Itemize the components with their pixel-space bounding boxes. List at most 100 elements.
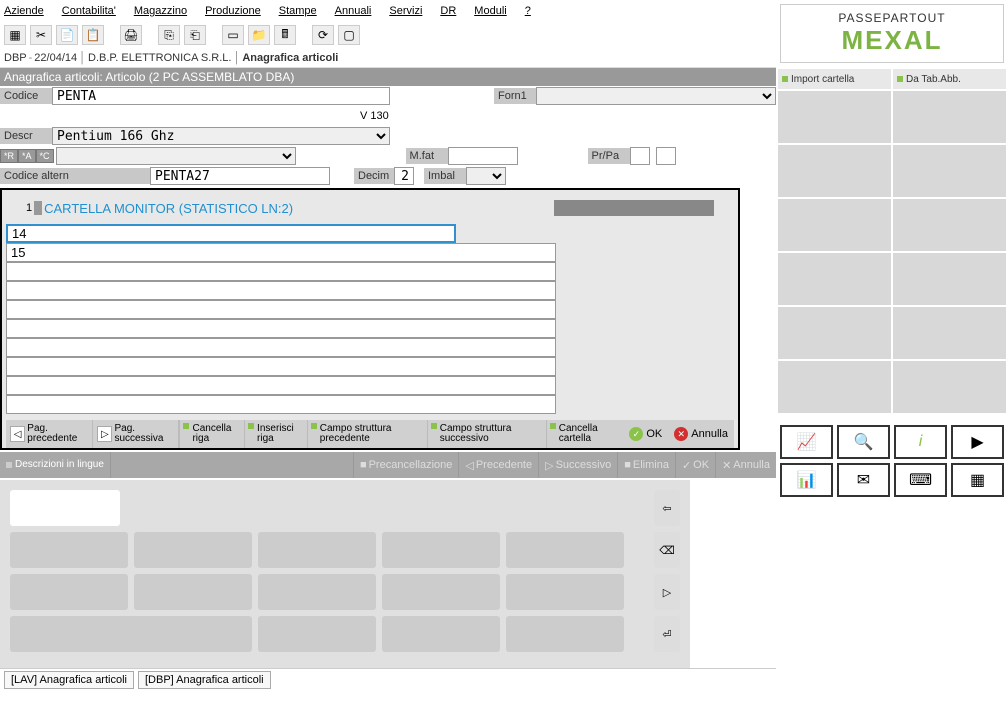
pag-successiva-button[interactable]: ▷ Pag. successiva xyxy=(93,420,179,448)
kb-next-icon[interactable]: ▷ xyxy=(654,574,680,610)
kb-back-icon[interactable]: ⇦ xyxy=(654,490,680,526)
menu-produzione[interactable]: Produzione xyxy=(205,5,261,17)
copy-icon[interactable]: 📄 xyxy=(56,25,78,45)
line-8[interactable] xyxy=(6,357,556,376)
calc-icon[interactable]: 🖩 xyxy=(274,25,296,45)
cancella-riga-button[interactable]: Cancella riga xyxy=(179,420,244,448)
line-5[interactable] xyxy=(6,300,556,319)
line-3[interactable] xyxy=(6,262,556,281)
right-cell[interactable] xyxy=(778,145,891,197)
line-6[interactable] xyxy=(6,319,556,338)
line-9[interactable] xyxy=(6,376,556,395)
menu-magazzino[interactable]: Magazzino xyxy=(134,5,187,17)
prpa-input1[interactable] xyxy=(630,147,650,165)
grid-icon[interactable]: ▦ xyxy=(4,25,26,45)
menu-servizi[interactable]: Servizi xyxy=(389,5,422,17)
codice-label: Codice xyxy=(0,88,52,104)
line-7[interactable] xyxy=(6,338,556,357)
descr-select[interactable]: Pentium 166 Ghz xyxy=(52,127,390,145)
pag-precedente-button[interactable]: ◁ Pag. precedente xyxy=(6,420,93,448)
kb-key-wide[interactable] xyxy=(10,616,252,652)
monitor-icon[interactable]: ▶ xyxy=(951,425,1004,459)
chart-warn-icon[interactable]: 📊 xyxy=(780,463,833,497)
tab-lav[interactable]: [LAV] Anagrafica articoli xyxy=(4,671,134,689)
right-cell[interactable] xyxy=(893,307,1006,359)
tag-c[interactable]: *C xyxy=(36,149,54,163)
right-cell[interactable] xyxy=(778,199,891,251)
keyboard-icon[interactable]: ⌨ xyxy=(894,463,947,497)
prpa-input2[interactable] xyxy=(656,147,676,165)
decim-input[interactable] xyxy=(394,167,414,185)
right-cell[interactable] xyxy=(778,253,891,305)
da-tab-abb-header[interactable]: Da Tab.Abb. xyxy=(893,69,1006,89)
right-cell[interactable] xyxy=(893,145,1006,197)
tool2-icon[interactable]: ⎗ xyxy=(184,25,206,45)
tool1-icon[interactable]: ⎘ xyxy=(158,25,180,45)
annulla-button[interactable]: ✕Annulla xyxy=(668,427,734,441)
card-icon[interactable]: ▭ xyxy=(222,25,244,45)
inserisci-riga-button[interactable]: Inserisci riga xyxy=(244,420,307,448)
info-icon[interactable]: i xyxy=(894,425,947,459)
cancella-cartella-button[interactable]: Cancella cartella xyxy=(546,420,624,448)
chart-icon[interactable]: 📈 xyxy=(780,425,833,459)
ok-button[interactable]: ✓OK xyxy=(623,427,668,441)
cut-icon[interactable]: ✂ xyxy=(30,25,52,45)
right-cell[interactable] xyxy=(893,91,1006,143)
kb-key[interactable] xyxy=(258,616,376,652)
kb-key[interactable] xyxy=(10,574,128,610)
kb-key[interactable] xyxy=(382,616,500,652)
menu-aziende[interactable]: Aziende xyxy=(4,5,44,17)
kb-key[interactable] xyxy=(506,616,624,652)
campo-successivo-button[interactable]: Campo struttura successivo xyxy=(427,420,546,448)
kb-key[interactable] xyxy=(10,532,128,568)
paste-icon[interactable]: 📋 xyxy=(82,25,104,45)
imbal-select[interactable] xyxy=(466,167,506,185)
right-cell[interactable] xyxy=(893,199,1006,251)
kb-enter-icon[interactable]: ⏎ xyxy=(654,616,680,652)
kb-key[interactable] xyxy=(134,574,252,610)
grid2-icon[interactable]: ▦ xyxy=(951,463,1004,497)
search-doc-icon[interactable]: 🔍 xyxy=(837,425,890,459)
campo-precedente-button[interactable]: Campo struttura precedente xyxy=(307,420,427,448)
codice-altern-input[interactable] xyxy=(150,167,330,185)
right-cell[interactable] xyxy=(778,307,891,359)
kb-key[interactable] xyxy=(258,574,376,610)
right-cell[interactable] xyxy=(893,361,1006,413)
menu-stampe[interactable]: Stampe xyxy=(279,5,317,17)
menu-moduli[interactable]: Moduli xyxy=(474,5,506,17)
kb-key[interactable] xyxy=(382,532,500,568)
menu-dr[interactable]: DR xyxy=(440,5,456,17)
right-cell[interactable] xyxy=(778,91,891,143)
forn-select[interactable] xyxy=(536,87,776,105)
descrizioni-tab[interactable]: Descrizioni in lingue xyxy=(0,452,111,478)
line-1[interactable]: 14 xyxy=(6,224,456,243)
codice-input[interactable] xyxy=(52,87,390,105)
line-4[interactable] xyxy=(6,281,556,300)
right-cell[interactable] xyxy=(893,253,1006,305)
mail-icon[interactable]: ✉ xyxy=(837,463,890,497)
kb-key[interactable] xyxy=(506,574,624,610)
forn-label: Forn1 xyxy=(494,88,536,104)
menu-contabilita[interactable]: Contabilita' xyxy=(62,5,116,17)
import-cartella-header[interactable]: Import cartella xyxy=(778,69,891,89)
kb-del-icon[interactable]: ⌫ xyxy=(654,532,680,568)
print-icon[interactable]: 🖨 xyxy=(120,25,142,45)
line-10[interactable] xyxy=(6,395,556,414)
line-2[interactable]: 15 xyxy=(6,243,556,262)
prpa-label: Pr/Pa xyxy=(588,148,630,164)
kb-key[interactable] xyxy=(134,532,252,568)
screen-icon[interactable]: ▢ xyxy=(338,25,360,45)
tag-r[interactable]: *R xyxy=(0,149,18,163)
mfat-input[interactable] xyxy=(448,147,518,165)
tab-dbp[interactable]: [DBP] Anagrafica articoli xyxy=(138,671,271,689)
right-cell[interactable] xyxy=(778,361,891,413)
folder-icon[interactable]: 📁 xyxy=(248,25,270,45)
menu-annuali[interactable]: Annuali xyxy=(335,5,372,17)
sync-icon[interactable]: ⟳ xyxy=(312,25,334,45)
kb-key[interactable] xyxy=(258,532,376,568)
kb-key[interactable] xyxy=(506,532,624,568)
tag-select[interactable] xyxy=(56,147,296,165)
kb-key[interactable] xyxy=(382,574,500,610)
menu-help[interactable]: ? xyxy=(525,5,531,17)
tag-a[interactable]: *A xyxy=(18,149,36,163)
